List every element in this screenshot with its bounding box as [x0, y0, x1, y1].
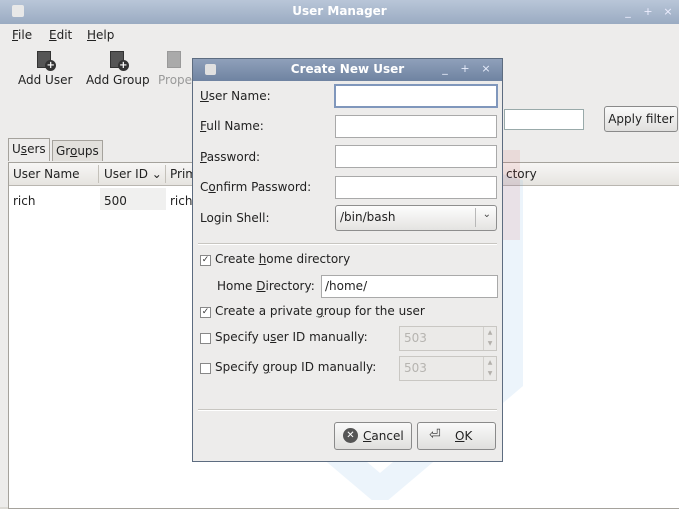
divider — [198, 243, 497, 245]
group-id-spinner[interactable]: 503 ▲ ▼ — [399, 356, 497, 381]
private-group-label[interactable]: Create a private group for the user — [215, 304, 425, 318]
dialog-titlebar[interactable]: Create New User _ + × — [193, 59, 502, 81]
home-directory-input[interactable]: /home/ — [321, 275, 498, 298]
cancel-button[interactable]: ✕ Cancel — [334, 422, 412, 450]
menu-file[interactable]: File — [12, 28, 32, 42]
column-home-directory[interactable]: ctory — [506, 167, 537, 181]
dialog-close-button[interactable]: × — [478, 61, 494, 77]
tab-users[interactable]: Users — [8, 138, 50, 161]
login-shell-select[interactable]: /bin/bash ⌄ — [335, 205, 497, 231]
create-home-label[interactable]: Create home directory — [215, 252, 350, 266]
password-label: Password: — [200, 150, 261, 164]
add-user-icon: + — [34, 51, 57, 71]
table-cell-user-id[interactable]: 500 — [104, 194, 127, 208]
specify-uid-label[interactable]: Specify user ID manually: — [215, 330, 368, 344]
add-user-button[interactable]: + Add User — [18, 51, 72, 87]
login-shell-label: Login Shell: — [200, 211, 270, 225]
confirm-password-label: Confirm Password: — [200, 180, 312, 194]
dialog-maximize-button[interactable]: + — [457, 61, 473, 77]
tab-groups[interactable]: Groups — [52, 140, 103, 161]
home-directory-label: Home Directory: — [217, 279, 315, 293]
specify-gid-label[interactable]: Specify group ID manually: — [215, 360, 376, 374]
dialog-minimize-button[interactable]: _ — [437, 61, 453, 77]
ok-button[interactable]: ⏎ OK — [417, 422, 496, 450]
table-cell-user-name[interactable]: rich — [13, 194, 35, 208]
private-group-checkbox[interactable]: ✓ — [200, 307, 211, 318]
minimize-button[interactable]: _ — [619, 3, 637, 21]
column-user-id[interactable]: User ID ⌄ — [104, 167, 162, 181]
properties-icon — [164, 51, 186, 71]
column-user-name[interactable]: User Name — [13, 167, 80, 181]
user-name-label: User Name: — [200, 89, 271, 103]
create-new-user-dialog: Create New User _ + × User Name: Full Na… — [192, 58, 503, 462]
specify-uid-checkbox[interactable] — [200, 333, 211, 344]
create-home-checkbox[interactable]: ✓ — [200, 255, 211, 266]
add-group-button[interactable]: + Add Group — [86, 51, 150, 87]
full-name-input[interactable] — [335, 115, 497, 138]
menu-bar: File Edit Help — [0, 24, 679, 46]
properties-button[interactable]: Prope — [158, 51, 192, 87]
password-input[interactable] — [335, 145, 497, 168]
user-id-spinner[interactable]: 503 ▲ ▼ — [399, 326, 497, 351]
search-filter-input[interactable] — [504, 109, 584, 130]
close-button[interactable]: × — [659, 3, 677, 21]
user-name-input[interactable] — [334, 84, 498, 108]
add-group-icon: + — [107, 51, 129, 71]
window-titlebar[interactable]: User Manager _ + × — [0, 0, 679, 24]
confirm-password-input[interactable] — [335, 176, 497, 199]
table-cell-primary-group[interactable]: rich — [170, 194, 192, 208]
apply-filter-button[interactable]: Apply filter — [604, 106, 678, 132]
divider — [198, 409, 497, 411]
full-name-label: Full Name: — [200, 119, 264, 133]
dialog-title: Create New User — [290, 62, 405, 76]
window-title: User Manager — [292, 4, 387, 18]
chevron-down-icon: ⌄ — [482, 209, 491, 220]
menu-edit[interactable]: Edit — [49, 28, 72, 42]
cancel-icon: ✕ — [343, 428, 358, 443]
menu-help[interactable]: Help — [87, 28, 114, 42]
specify-gid-checkbox[interactable] — [200, 363, 211, 374]
maximize-button[interactable]: + — [639, 3, 657, 21]
ok-icon: ⏎ — [429, 427, 441, 443]
